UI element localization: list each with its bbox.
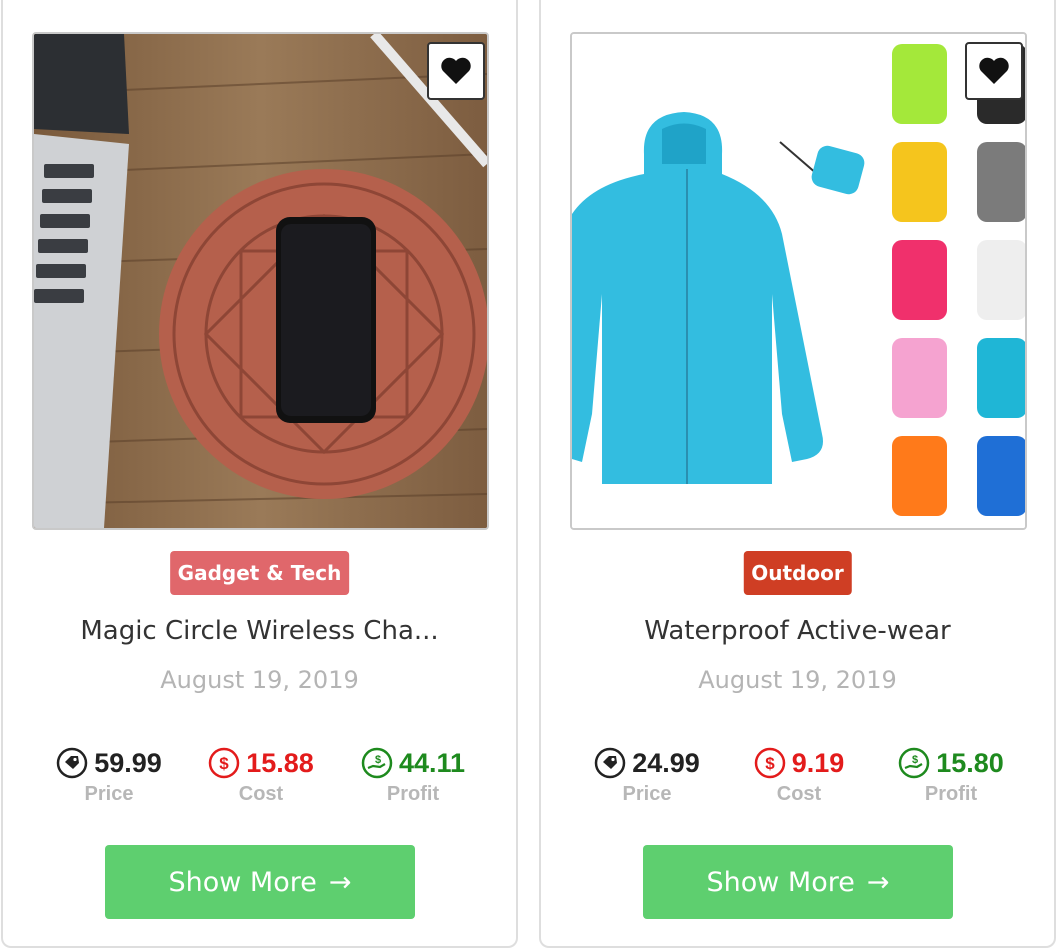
price-value: 59.99 xyxy=(94,747,162,778)
favorite-button[interactable] xyxy=(965,42,1023,100)
product-card: Gadget & Tech Magic Circle Wireless Cha.… xyxy=(1,0,518,948)
product-card: Outdoor Waterproof Active-wear August 19… xyxy=(539,0,1056,948)
dollar-icon: $ xyxy=(754,747,785,779)
profit-hand-icon: $ xyxy=(361,747,393,779)
profit-value: 15.80 xyxy=(936,747,1004,778)
product-date: August 19, 2019 xyxy=(698,666,897,694)
stat-profit: $ 15.80 Profit xyxy=(875,745,1027,806)
heart-icon xyxy=(441,57,471,84)
price-tag-icon xyxy=(594,747,626,779)
svg-text:$: $ xyxy=(765,754,775,773)
cost-value: 9.19 xyxy=(791,747,845,778)
product-date: August 19, 2019 xyxy=(160,666,359,694)
svg-text:$: $ xyxy=(912,754,918,766)
price-label: Price xyxy=(84,783,134,805)
product-title[interactable]: Waterproof Active-wear xyxy=(541,616,1054,646)
stat-cost: $ 9.19 Cost xyxy=(723,745,875,806)
svg-text:$: $ xyxy=(219,754,229,773)
product-stats: 59.99 Price $ 15.88 Cost $ 44.11 Profit xyxy=(3,745,516,815)
price-tag-icon xyxy=(56,747,88,779)
stat-price: 24.99 Price xyxy=(571,745,723,806)
show-more-button[interactable]: Show More → xyxy=(643,845,953,919)
cost-label: Cost xyxy=(238,783,284,805)
profit-label: Profit xyxy=(386,783,440,805)
stat-cost: $ 15.88 Cost xyxy=(185,745,337,806)
product-image[interactable] xyxy=(32,32,489,530)
wireless-charger-image xyxy=(34,34,487,528)
stat-price: 59.99 Price xyxy=(33,745,185,806)
product-stats: 24.99 Price $ 9.19 Cost $ 15.80 Profit xyxy=(541,745,1054,815)
stat-profit: $ 44.11 Profit xyxy=(337,745,489,806)
arrow-right-icon: → xyxy=(866,866,890,898)
category-badge[interactable]: Gadget & Tech xyxy=(169,551,350,595)
cost-value: 15.88 xyxy=(246,747,314,778)
svg-text:$: $ xyxy=(375,754,381,766)
product-image[interactable] xyxy=(570,32,1027,530)
profit-label: Profit xyxy=(924,783,978,805)
show-more-label: Show More xyxy=(168,866,317,898)
product-title[interactable]: Magic Circle Wireless Cha... xyxy=(3,616,516,646)
show-more-button[interactable]: Show More → xyxy=(105,845,415,919)
dollar-icon: $ xyxy=(208,747,240,779)
cost-label: Cost xyxy=(776,783,822,805)
arrow-right-icon: → xyxy=(328,866,352,898)
jacket-image xyxy=(572,34,1025,528)
profit-value: 44.11 xyxy=(398,747,466,778)
favorite-button[interactable] xyxy=(427,42,485,100)
price-label: Price xyxy=(622,783,672,805)
show-more-label: Show More xyxy=(706,866,855,898)
price-value: 24.99 xyxy=(632,747,700,778)
profit-hand-icon: $ xyxy=(898,747,930,779)
heart-icon xyxy=(979,57,1009,84)
category-badge[interactable]: Outdoor xyxy=(743,551,852,595)
